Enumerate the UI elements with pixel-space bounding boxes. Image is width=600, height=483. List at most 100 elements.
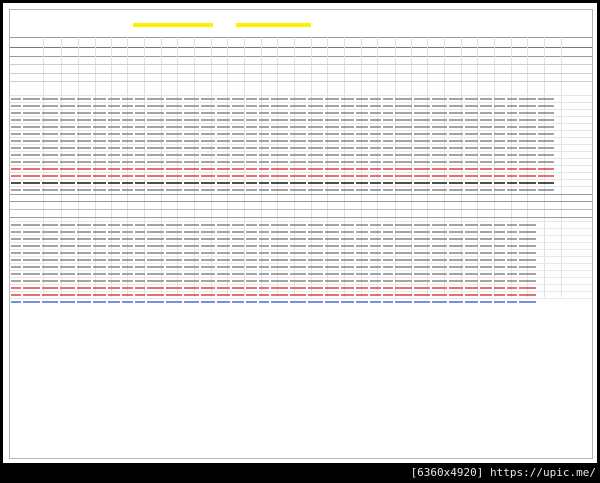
table-cell [449,301,463,303]
table-column-line [43,37,44,297]
table-cell [217,238,230,240]
table-row-values [11,126,554,128]
table-cell [383,224,393,226]
table-cell [135,224,145,226]
table-cell [232,259,244,261]
table-cell [271,161,288,163]
table-cell [325,273,339,275]
table-cell [217,266,230,268]
table-cell [465,252,478,254]
table-cell [201,105,215,107]
table-cell [184,280,199,282]
table-cell [122,112,133,114]
table-grid-line [9,298,593,299]
table-cell [519,126,536,128]
table-cell [201,294,215,296]
table-cell [232,119,244,121]
table-cell [356,294,368,296]
table-cell [93,98,106,100]
table-cell [507,119,517,121]
table-cell [395,273,412,275]
table-cell [449,266,463,268]
table-cell [538,147,554,149]
table-cell [325,259,339,261]
table-cell [465,175,478,177]
table-cell [135,245,145,247]
table-column-line [544,37,545,297]
table-cell [166,252,182,254]
table-cell [341,287,354,289]
table-cell [246,266,257,268]
table-column-line [344,37,345,297]
table-cell [494,126,505,128]
table-cell [383,133,393,135]
table-cell [414,112,430,114]
table-cell [246,287,257,289]
table-cell [271,273,288,275]
table-cell [383,231,393,233]
table-cell [232,175,244,177]
table-cell [449,161,463,163]
table-row-values [11,259,536,261]
table-cell [356,98,368,100]
table-cell [60,189,75,191]
table-cell [465,273,478,275]
table-cell [122,259,133,261]
table-cell [184,301,199,303]
table-cell [383,287,393,289]
table-cell [122,252,133,254]
table-cell [449,252,463,254]
table-cell [325,189,339,191]
table-cell [166,175,182,177]
table-column-line [592,9,593,459]
table-cell [449,273,463,275]
table-cell [494,238,505,240]
table-cell [184,98,199,100]
table-cell [166,168,182,170]
table-cell [232,273,244,275]
table-cell [232,140,244,142]
table-cell [341,98,354,100]
table-cell [135,266,145,268]
table-cell [60,175,75,177]
table-cell [519,112,536,114]
table-row-values [11,252,536,254]
table-cell [23,140,40,142]
table-cell [147,98,164,100]
table-cell [370,161,381,163]
table-cell [246,231,257,233]
table-cell [494,280,505,282]
table-cell [232,231,244,233]
table-cell [184,154,199,156]
table-cell [370,133,381,135]
table-cell [201,238,215,240]
table-cell [507,280,517,282]
table-cell [480,161,492,163]
table-cell [147,161,164,163]
table-cell [356,231,368,233]
table-cell [383,245,393,247]
table-cell [11,147,21,149]
table-cell [519,245,536,247]
table-cell [308,147,323,149]
table-cell [77,119,91,121]
table-cell [494,147,505,149]
table-cell [42,98,58,100]
table-cell [465,161,478,163]
table-cell [246,273,257,275]
table-cell [42,126,58,128]
table-cell [414,175,430,177]
table-cell [465,119,478,121]
table-cell [42,189,58,191]
table-cell [60,259,75,261]
table-row-values [11,231,536,233]
table-cell [370,259,381,261]
table-cell [308,238,323,240]
table-cell [271,182,288,184]
table-cell [325,147,339,149]
table-cell [246,175,257,177]
table-cell [271,231,288,233]
table-cell [480,112,492,114]
table-cell [166,294,182,296]
table-cell [538,126,554,128]
